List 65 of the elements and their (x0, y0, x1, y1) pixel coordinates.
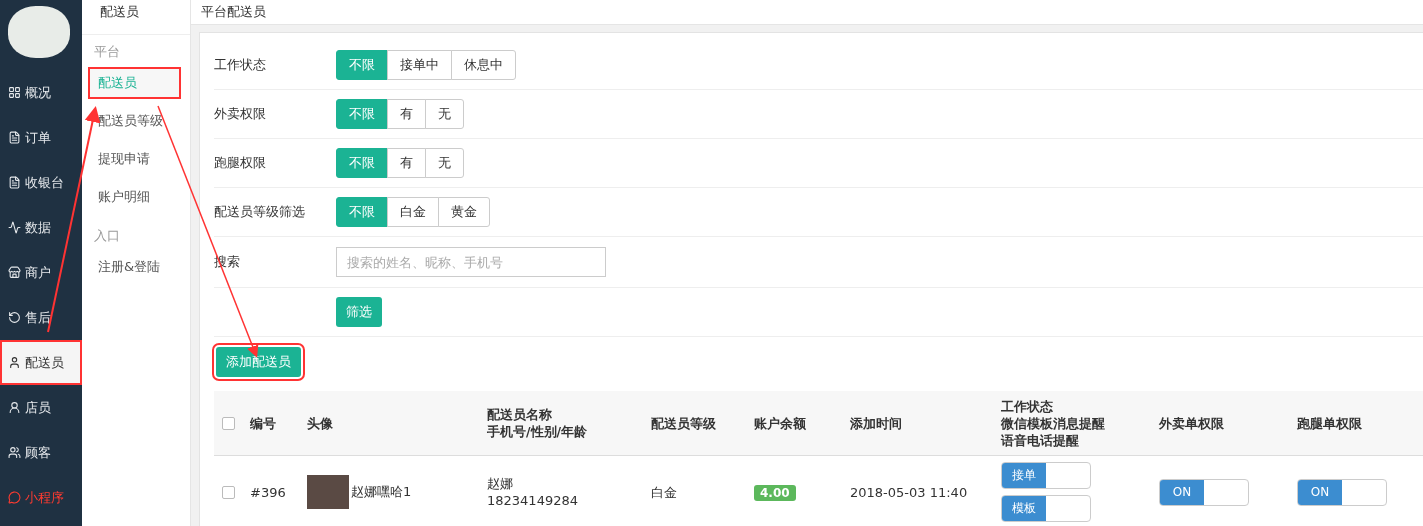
search-field[interactable]: 搜索的姓名、昵称、手机号 (336, 247, 606, 277)
filter-label: 外卖权限 (214, 105, 267, 123)
chart-icon (8, 221, 21, 234)
nav-item[interactable]: 顾客 (0, 430, 82, 475)
nav-item[interactable]: 售后 (0, 295, 82, 340)
filter-label: 配送员等级筛选 (214, 203, 306, 221)
grid-icon (8, 86, 21, 99)
subnav-item[interactable]: 提现申请 (88, 143, 181, 175)
filter-option[interactable]: 无 (425, 99, 464, 129)
chat-icon (8, 491, 21, 504)
filter-option[interactable]: 无 (425, 148, 464, 178)
column-header: 跑腿单权限 (1297, 414, 1363, 432)
filter-option[interactable]: 有 (387, 148, 426, 178)
table-cell-text: 2018-05-03 11:40 (850, 483, 969, 501)
checkbox[interactable] (222, 485, 235, 499)
column-header: 配送员名称 手机号/性别/年龄 (487, 406, 589, 440)
group-heading: 入口 (93, 227, 121, 245)
filter-option[interactable]: 黄金 (438, 197, 490, 227)
nav-item[interactable]: 店员 (0, 385, 82, 430)
nav-item[interactable]: 小程序 (0, 475, 82, 520)
table-cell-text: #396 (250, 483, 287, 501)
table-cell-text: 赵娜 (487, 475, 514, 492)
users-icon (8, 446, 21, 459)
document-icon (8, 176, 21, 189)
column-header: 工作状态 微信模板消息提醒 语音电话提醒 (1001, 397, 1106, 449)
column-header: 编号 (250, 414, 277, 432)
toggle-switch[interactable]: ON (1159, 478, 1249, 506)
table-cell-text: 白金 (651, 483, 678, 501)
user-icon (8, 356, 21, 369)
refresh-icon (8, 311, 21, 324)
table-cell-text: 18234149284 (487, 492, 579, 509)
column-header: 头像 (307, 414, 334, 432)
subnav-item[interactable]: 账户明细 (88, 181, 181, 213)
nav-item[interactable]: 商户 (0, 250, 82, 295)
nav-item[interactable]: 配送员 (0, 340, 82, 385)
table-cell: 赵娜嘿哈1 (351, 483, 412, 499)
nav-item[interactable]: 订单 (0, 115, 82, 160)
column-header: 配送员等级 (651, 414, 717, 432)
toggle-switch[interactable]: 模板 (1001, 495, 1091, 522)
filter-option[interactable]: 休息中 (451, 50, 516, 80)
group-heading: 平台 (93, 43, 121, 61)
toggle-switch[interactable]: 接单 (1001, 462, 1091, 489)
filter-label: 工作状态 (214, 56, 267, 74)
nav-item[interactable]: 概况 (0, 70, 82, 115)
filter-option[interactable]: 接单中 (387, 50, 452, 80)
store-icon (8, 266, 21, 279)
toggle-switch[interactable]: ON (1297, 478, 1387, 506)
nav-item[interactable]: 数据 (0, 205, 82, 250)
photo-placeholder (307, 475, 349, 509)
subnav-item[interactable]: 配送员等级 (88, 105, 181, 137)
subnav-item[interactable]: 注册&登陆 (88, 251, 181, 283)
page-title: 平台配送员 (191, 0, 1423, 25)
column-header: 添加时间 (850, 414, 903, 432)
document-icon (8, 131, 21, 144)
column-header: 外卖单权限 (1159, 414, 1225, 432)
section-title: 配送员 (82, 0, 190, 35)
balance-badge: 4.00 (754, 484, 796, 501)
checkbox[interactable] (222, 416, 235, 430)
logo (8, 6, 70, 58)
filter-label: 跑腿权限 (214, 154, 267, 172)
column-header: 账户余额 (754, 414, 807, 432)
filter-option[interactable]: 有 (387, 99, 426, 129)
user-icon (8, 401, 21, 414)
nav-item[interactable]: 收银台 (0, 160, 82, 205)
filter-option[interactable]: 白金 (387, 197, 439, 227)
